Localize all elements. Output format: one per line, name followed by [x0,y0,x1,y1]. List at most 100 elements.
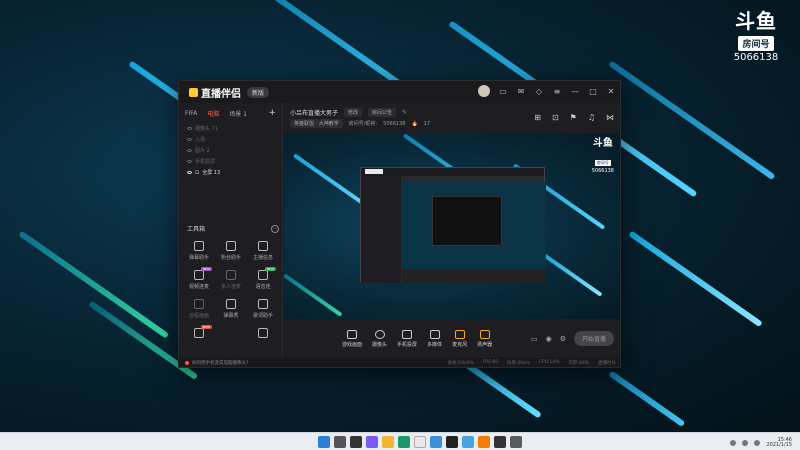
widgets-icon[interactable] [366,436,378,448]
wallpaper-stripe [608,370,686,428]
camera-button[interactable]: 摄像头 [372,330,387,348]
gift-icon[interactable]: ⊞ [534,113,541,122]
app-icon[interactable] [446,436,458,448]
tool-voice-link[interactable]: NEW 语音连 [247,267,279,290]
phone-cast-button[interactable]: 手机投屏 [397,330,417,348]
folder-icon[interactable] [382,436,394,448]
scene-item-active[interactable]: ⊡ 全屏 13 [179,167,282,178]
start-icon[interactable] [318,436,330,448]
tool-danmaku-helper[interactable]: 弹幕助手 [183,241,215,261]
notice-chip[interactable]: 房间公告 [368,108,397,117]
new-badge: NEW [201,267,213,271]
live-companion-taskbar-icon[interactable] [478,436,490,448]
tool-label: 弹幕秀 [223,313,239,319]
edge-icon[interactable] [430,436,442,448]
heart-icon [194,270,204,280]
control-label: 游戏画面 [342,342,363,348]
task-view-icon[interactable] [350,436,362,448]
clock[interactable]: 15:46 2021/1/15 [766,438,792,448]
user-icon [226,241,236,251]
nested-titlebar [361,168,544,176]
phone-icon [402,330,413,339]
scene-sidebar: FIFA 电脑 场景 1 + 摄像头 71 入场 图片 2 手机投屏 ⊡ 全屏 1… [179,103,283,357]
category-chip[interactable]: 修改 [344,108,363,117]
scene-item[interactable]: 手机投屏 [179,156,282,167]
start-live-button[interactable]: 开始直播 [573,331,614,346]
stat-memory: 内存:48% [568,361,589,366]
room-title-row: 小吕布直播大男子 修改 房间公告 ✎ [290,108,407,117]
tab-scene-1[interactable]: 场景 1 [229,109,247,118]
eye-icon[interactable]: ◉ [546,335,552,343]
tool-lottery[interactable]: NEW [183,325,215,341]
search-icon[interactable] [334,436,346,448]
microphone-button[interactable]: 麦克风 [452,330,467,348]
app-icon[interactable] [462,436,474,448]
eye-icon[interactable] [187,171,192,174]
tool-streamer-info[interactable]: 主播信息 [247,241,279,261]
control-bar-right: ▭ ◉ ⚙ 开始直播 [531,331,614,346]
status-tip-link[interactable]: 如何把手机变成电脑摄像头? [192,360,248,366]
minimize-icon[interactable]: — [570,87,580,96]
main-panel: 小吕布直播大男子 修改 房间公告 ✎ 英雄联盟 · 大神教学 房间号/昵称: 5… [284,103,620,357]
record-icon[interactable]: ▭ [531,335,538,343]
title-bar: 直播伴侣 新版 ▭ ✉ ◇ ≡ — □ ✕ [179,81,620,103]
scene-item[interactable]: 入场 [179,134,282,145]
add-scene-button[interactable]: + [268,108,276,118]
mail-icon[interactable]: ✉ [516,87,526,96]
edit-icon[interactable]: ✎ [402,109,407,116]
microphone-icon [454,330,465,339]
menu-icon[interactable]: ≡ [552,87,562,96]
scene-label: 入场 [195,137,206,143]
preview-watermark-logo: 斗鱼 [592,138,613,149]
tool-fans-helper[interactable]: 粉丝助手 [215,241,247,261]
tool-label: 多人连麦 [220,284,241,290]
app-icon[interactable] [494,436,506,448]
scene-label: 手机投屏 [195,159,216,165]
message-icon[interactable]: ▭ [498,87,508,96]
tool-video-link[interactable]: NEW 视频连麦 [183,267,215,290]
browser-icon[interactable] [398,436,410,448]
tab-fifa[interactable]: FIFA [185,110,197,117]
control-label: 扬声器 [477,342,493,348]
bell-icon[interactable]: ♫ [588,113,595,122]
lock-icon[interactable]: ⊡ [195,170,199,176]
app-logo-icon [189,87,198,97]
avatar[interactable] [478,85,490,97]
tool-danmaku-show[interactable]: 弹幕秀 [215,299,247,319]
tool-remote-screen[interactable]: 远程画面 [183,299,215,319]
eye-icon[interactable] [187,149,192,152]
stream-preview[interactable]: 斗鱼 房间号 5066138 [284,133,620,319]
game-capture-button[interactable]: 游戏画面 [342,330,362,348]
eye-icon[interactable] [187,138,192,141]
play-icon [429,330,440,339]
close-icon[interactable]: ✕ [606,87,616,96]
multimedia-button[interactable]: 多媒体 [427,330,442,348]
monitor-icon [347,330,357,339]
version-button[interactable]: 新版 [247,86,270,98]
maximize-icon[interactable]: □ [588,87,598,96]
app-icon[interactable] [510,436,522,448]
eye-icon[interactable] [187,127,192,130]
stat-bitrate: 码率:0kb/s [507,361,530,366]
tool-home[interactable] [247,328,279,341]
network-icon[interactable] [742,440,749,446]
chevron-up-icon[interactable] [730,440,737,446]
tool-lyrics-helper[interactable]: 歌词助手 [247,299,279,319]
shirt-icon[interactable]: ◇ [534,87,544,96]
lock-icon[interactable]: ⊡ [552,113,559,122]
share-icon[interactable]: ⋈ [606,113,614,122]
tag-chip[interactable]: 英雄联盟 · 大神教学 [290,119,343,128]
tool-multi-link[interactable]: 多人连麦 [215,270,247,290]
gear-icon[interactable]: ⚙ [560,335,566,343]
speaker-button[interactable]: 扬声器 [477,330,492,348]
scene-item[interactable]: 图片 2 [179,145,282,156]
eye-icon[interactable] [187,160,192,163]
flag-icon[interactable]: ⚑ [570,113,577,122]
store-icon[interactable] [414,436,426,448]
tool-label: 弹幕助手 [188,255,209,261]
tab-computer[interactable]: 电脑 [207,109,219,118]
nested-logo [365,169,383,174]
toolbox-more-button[interactable]: ··· [271,224,279,233]
scene-item[interactable]: 摄像头 71 [179,123,282,134]
volume-icon[interactable] [754,440,761,446]
